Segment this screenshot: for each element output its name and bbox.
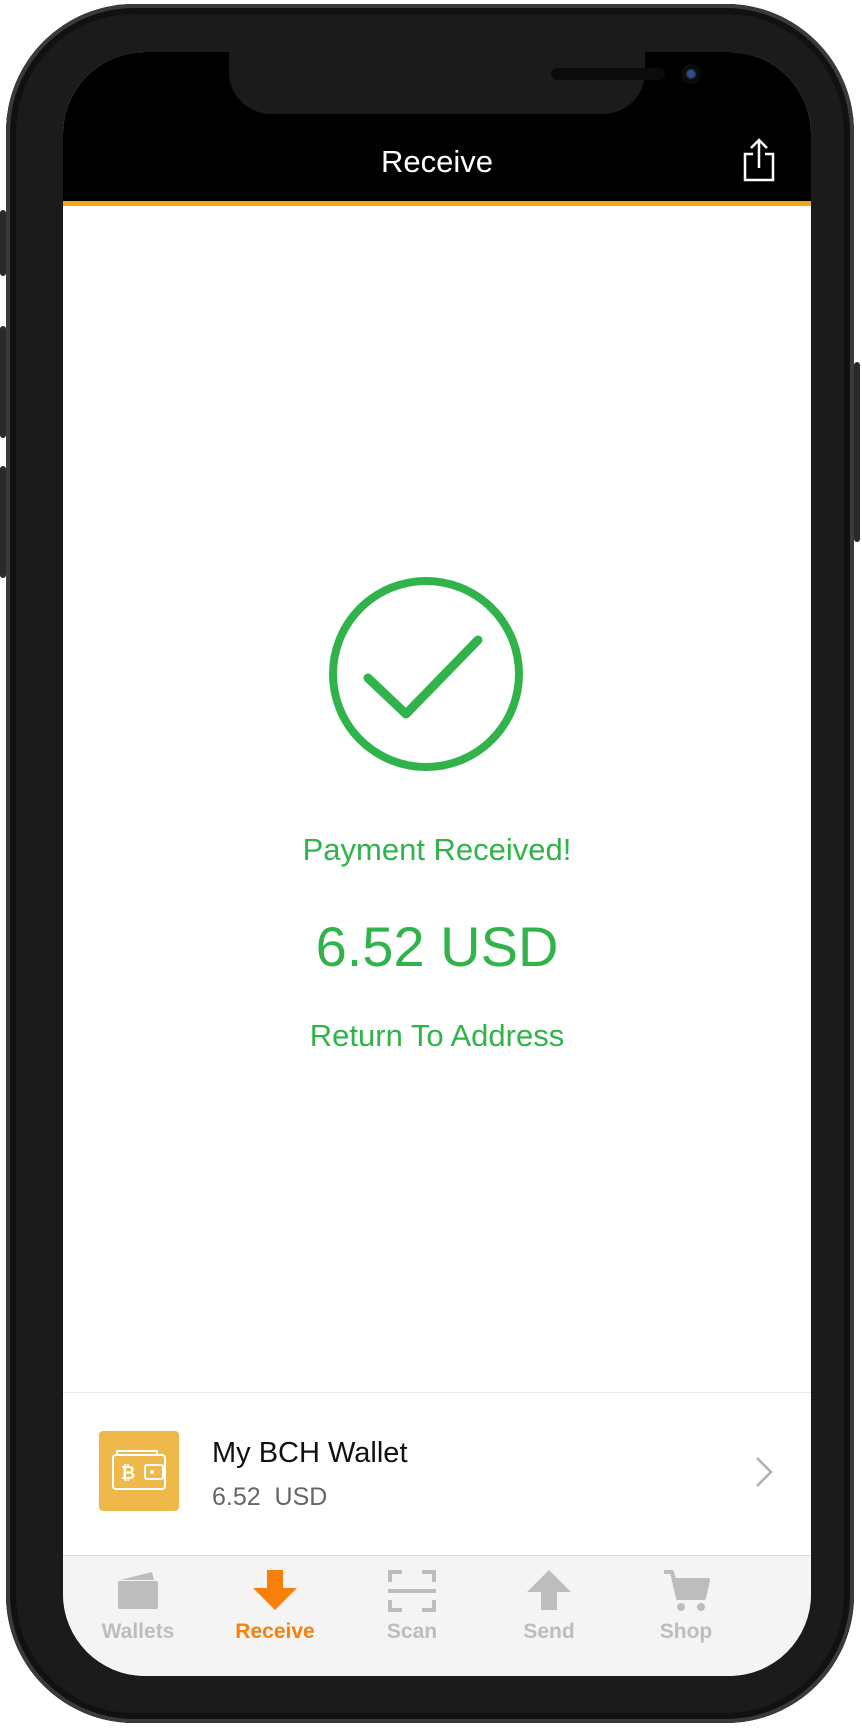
tab-receive[interactable]: Receive [200, 1556, 350, 1676]
tab-label: Receive [235, 1620, 315, 1643]
chevron-right-icon [756, 1457, 773, 1487]
return-to-address-link[interactable]: Return To Address [63, 1018, 811, 1054]
screen: Receive Payment Received! 6.52 USD Retur… [63, 52, 811, 1676]
tab-label: Scan [386, 1620, 438, 1643]
phone-frame: Receive Payment Received! 6.52 USD Retur… [0, 4, 860, 1723]
volume-up-button [0, 326, 6, 438]
arrow-up-icon [527, 1570, 571, 1610]
tab-shop[interactable]: Shop [611, 1556, 761, 1676]
tab-label: Shop [659, 1620, 713, 1643]
tab-label: Wallets [101, 1620, 175, 1643]
bch-wallet-icon: ₿ [99, 1431, 179, 1511]
tab-bar: Wallets Receive Scan Send Shop [63, 1555, 811, 1676]
svg-text:₿: ₿ [121, 1463, 136, 1484]
tab-send[interactable]: Send [474, 1556, 624, 1676]
share-button[interactable] [739, 138, 779, 182]
wallet-balance: 6.52 USD [212, 1483, 328, 1511]
app-header: Receive [63, 52, 811, 202]
camera-icon [681, 64, 701, 84]
speaker-grille [551, 68, 665, 80]
tab-label: Send [523, 1620, 575, 1643]
checkmark-circle-icon [329, 577, 523, 771]
page-title: Receive [381, 144, 493, 179]
power-button [854, 362, 860, 542]
tab-scan[interactable]: Scan [337, 1556, 487, 1676]
wallet-name: My BCH Wallet [212, 1437, 408, 1469]
header-accent-line [63, 201, 811, 206]
tab-wallets[interactable]: Wallets [63, 1556, 213, 1676]
share-icon [743, 138, 775, 182]
payment-amount: 6.52 USD [315, 915, 559, 978]
scan-icon [388, 1570, 436, 1612]
mute-switch [0, 210, 6, 276]
notch [229, 52, 701, 114]
wallet-selector[interactable]: ₿ My BCH Wallet 6.52 USD [63, 1393, 811, 1555]
wallet-icon [118, 1572, 158, 1609]
payment-status-message: Payment Received! [302, 832, 572, 867]
cart-icon [664, 1570, 710, 1611]
arrow-down-icon [253, 1570, 297, 1610]
volume-down-button [0, 466, 6, 578]
